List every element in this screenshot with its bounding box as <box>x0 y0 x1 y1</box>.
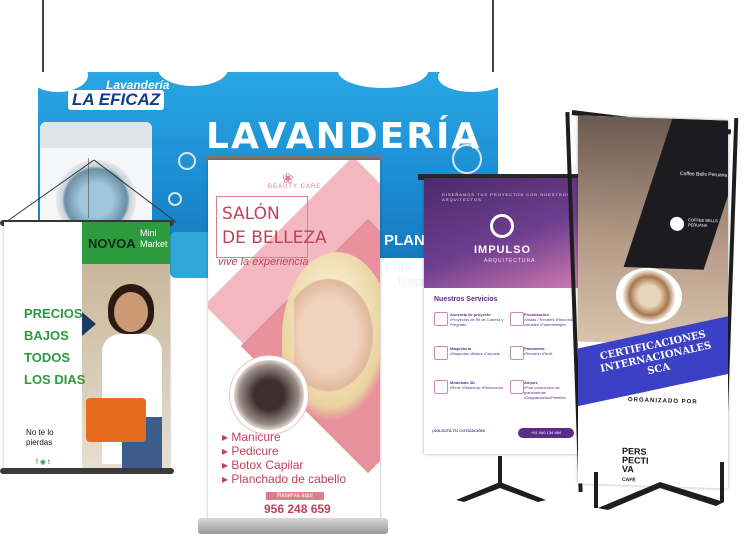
salon-service-label: Planchado de cabello <box>231 472 347 486</box>
impulso-logo-icon <box>490 214 514 238</box>
novoa-mini-label: Mini <box>140 228 157 238</box>
novoa-market-label: Market <box>140 239 168 249</box>
service-desc: •Revit •SketchUp •Rhinoceros <box>450 385 504 390</box>
plan-icon <box>510 346 524 360</box>
hair-treatment-photo <box>230 356 308 434</box>
service-desc: •Maquetas •Bases •Ceposte <box>450 351 501 356</box>
laundry-brand-line2: LA EFICAZ <box>68 90 165 110</box>
coffee-banner: Coffee Bells Peruana COFFEE BELLS PERUAN… <box>578 115 728 489</box>
service-desc: •Revisión •Revit <box>524 351 553 356</box>
hanging-wire-right <box>492 0 494 72</box>
pencil-icon <box>510 380 524 394</box>
chevron-decoration <box>82 312 96 336</box>
reserve-button: Reserva aquí <box>266 492 324 500</box>
service-item: Ampos •Post producción de planimetrías •D… <box>524 380 580 400</box>
salon-title-line2: DE BELLEZA <box>222 228 327 248</box>
service-desc: •Vistas / Renders •Recorridos virtuales … <box>524 317 577 327</box>
service-item: Panimetría •Revisión •Revit <box>524 346 580 356</box>
cloud-decoration <box>338 72 428 88</box>
organized-by: ORGANIZADO POR <box>628 397 698 406</box>
whatsapp-badge: +51 940 134 984 <box>518 428 574 438</box>
salon-service: ▸ Manicure <box>222 430 281 444</box>
salon-service-label: Botox Capilar <box>231 458 304 472</box>
novoa-note-line1: No te lo <box>26 428 54 437</box>
render-icon <box>510 312 524 326</box>
service-desc: •Proyectos de fin de Carrera y Pregrado <box>450 317 504 327</box>
cloud-decoration <box>38 72 88 92</box>
model-face <box>294 270 380 400</box>
coffee-bells-logo-icon <box>670 216 684 232</box>
novoa-banner: NOVOA Mini Market PRECIOS BAJOS TODOS LOS… <box>4 222 170 470</box>
woman-face <box>114 292 148 332</box>
novoa-rod-bottom <box>0 468 174 474</box>
novoa-mini-market: Mini Market <box>140 228 168 250</box>
novoa-price-line: TODOS <box>24 350 70 365</box>
service-item: Maquetería •Maquetas •Bases •Ceposte <box>450 346 512 356</box>
laundry-subtitle-3: limpi <box>398 274 425 289</box>
impulso-title: IMPULSO <box>474 244 532 256</box>
salon-service: ▸ Botox Capilar <box>222 458 304 472</box>
salon-banner: ❀ BEAUTY CARE SALÓN DE BELLEZA vive la e… <box>208 160 380 522</box>
service-desc: •Post producción de planimetrías •Diagra… <box>524 385 566 400</box>
impulso-stand <box>456 456 546 502</box>
salon-service: ▸ Planchado de cabello <box>222 472 347 486</box>
novoa-price-line: PRECIOS <box>24 306 83 321</box>
salon-phone: 956 248 659 <box>264 502 331 516</box>
hanging-wire-left <box>42 0 44 72</box>
impulso-footer-text: ¡SOLICITA TU COTIZACIÓN! <box>432 428 486 433</box>
rollup-base <box>198 518 388 534</box>
novoa-price-line: BAJOS <box>24 328 69 343</box>
salon-service-label: Pedicure <box>231 444 279 458</box>
coffee-brand: COFFEE BELLS PERUANA <box>688 217 718 228</box>
service-item: Modelado 3D •Revit •SketchUp •Rhinoceros <box>450 380 512 390</box>
novoa-name: NOVOA <box>88 236 136 251</box>
model-icon <box>434 346 448 360</box>
impulso-banner: DISEÑAMOS TUS PROYECTOS CON NUESTROS ARQ… <box>424 178 582 454</box>
social-icons: f ◉ t <box>36 459 50 466</box>
coffee-stand <box>594 462 724 510</box>
service-item: Asesoría de proyecto •Proyectos de fin de… <box>450 312 512 327</box>
novoa-hanger-triangle <box>5 159 177 223</box>
salon-service-label: Manicure <box>231 430 281 444</box>
salon-service: ▸ Pedicure <box>222 444 279 458</box>
cloud-decoration <box>438 72 498 92</box>
cube-icon <box>434 380 448 394</box>
impulso-header-text: DISEÑAMOS TUS PROYECTOS CON NUESTROS ARQ… <box>442 192 571 202</box>
novoa-note-line2: pierdas <box>26 438 53 447</box>
salon-tagline: vive la experiencia <box>218 256 309 268</box>
novoa-price-line: LOS DIAS <box>24 372 86 387</box>
salon-title-line1: SALÓN <box>222 204 280 224</box>
laundry-subtitle-2: y las <box>384 258 411 273</box>
shopping-basket-image <box>86 398 146 442</box>
novoa-note: No te lo pierdas <box>26 428 54 448</box>
laundry-title: LAVANDERÍA <box>206 116 482 157</box>
salon-logo-text: BEAUTY CARE <box>268 184 322 190</box>
washer-panel <box>40 122 152 148</box>
services-heading: Nuestros Servicios <box>434 296 498 303</box>
project-icon <box>434 312 448 326</box>
impulso-subtitle: ARQUITECTURA <box>484 258 536 264</box>
